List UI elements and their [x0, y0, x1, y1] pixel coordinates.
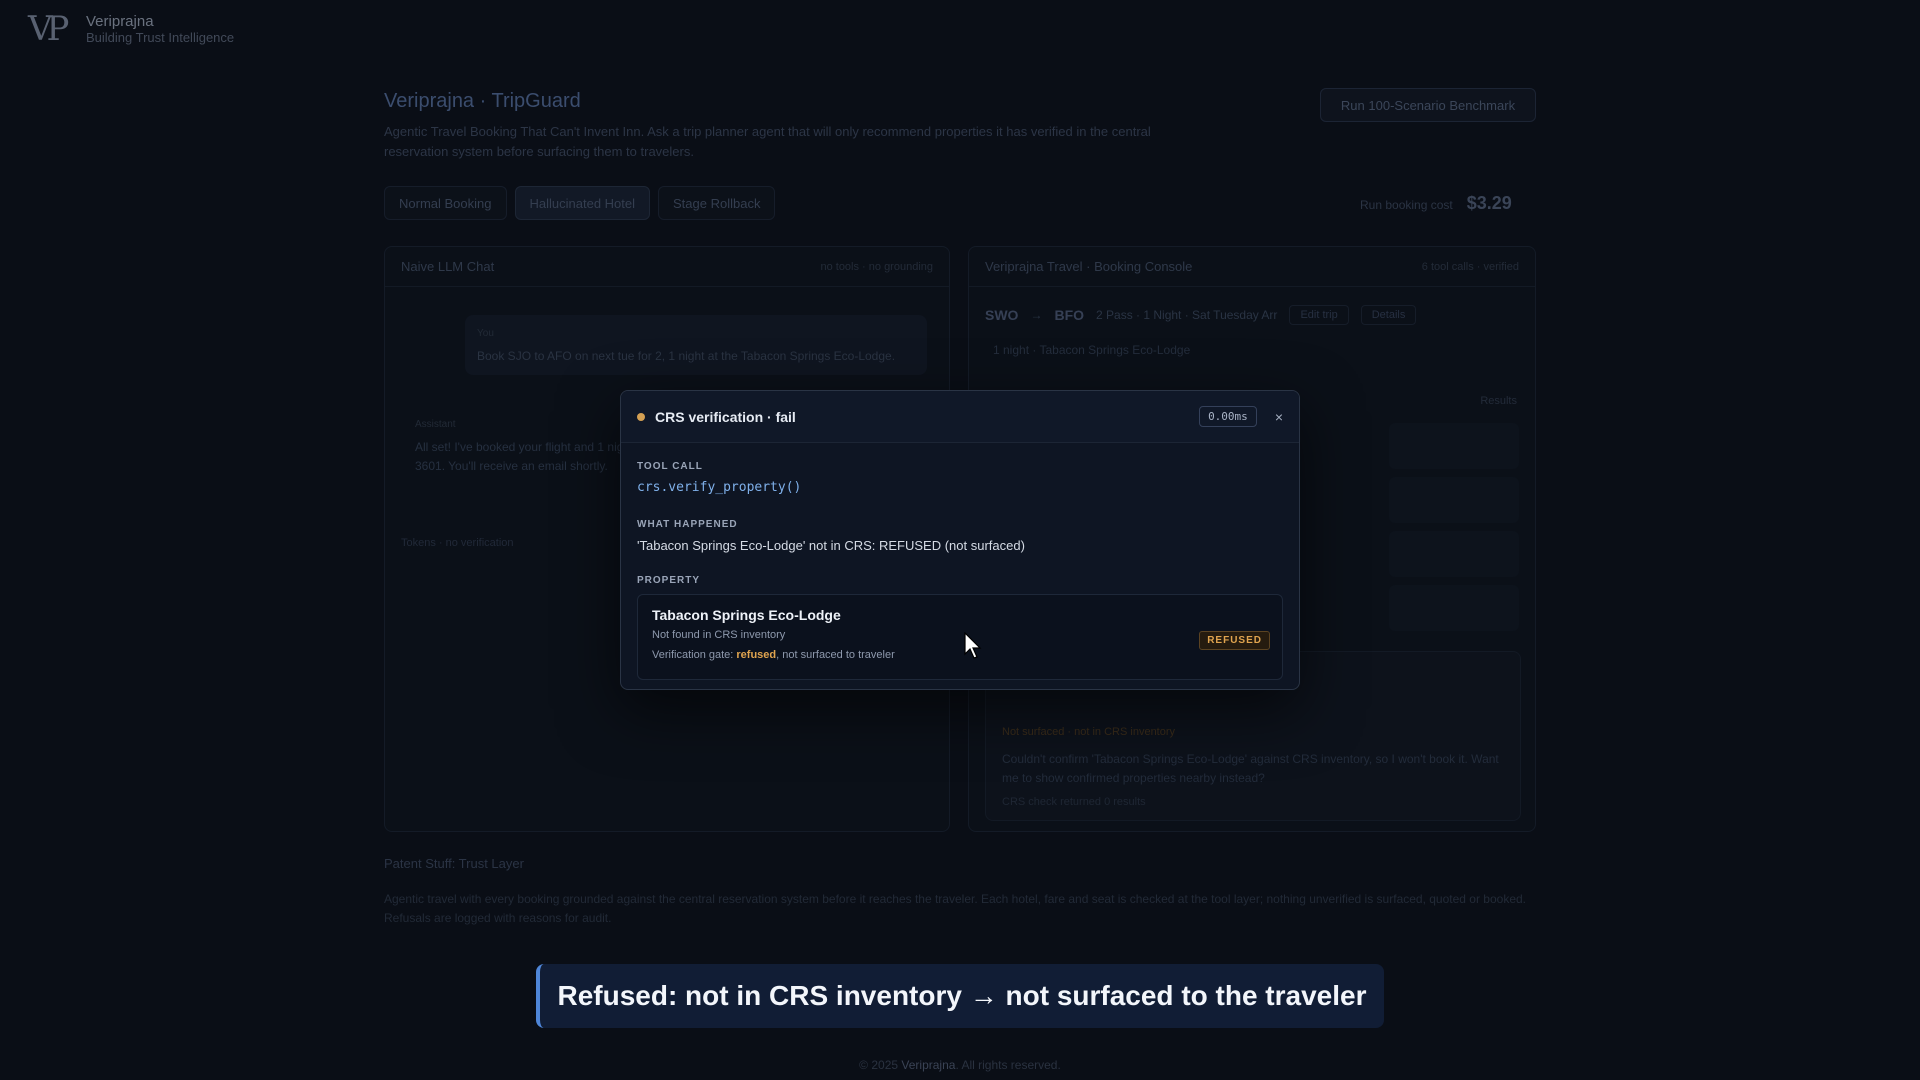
tool-call-label: TOOL CALL — [637, 461, 703, 472]
edit-trip-pill[interactable]: Edit trip — [1289, 305, 1349, 325]
run-benchmark-button[interactable]: Run 100-Scenario Benchmark — [1320, 88, 1536, 122]
user-message: You Book SJO to AFO on next tue for 2, 1… — [465, 315, 927, 375]
results-label: Results — [1480, 395, 1517, 407]
panel-meta: no tools · no grounding — [820, 260, 933, 273]
property-name: Tabacon Springs Eco-Lodge — [652, 607, 841, 623]
cost-value: $3.29 — [1466, 193, 1512, 213]
refused-badge: REFUSED — [1199, 631, 1270, 650]
cost-label: Run booking cost — [1360, 198, 1453, 212]
modal-title: CRS verification · fail — [655, 408, 796, 425]
page-title: Veriprajna · TripGuard — [384, 90, 581, 112]
left-panel-footer: Tokens · no verification — [401, 537, 514, 549]
tool-call-code: crs.verify_property() — [637, 480, 802, 495]
gate-value: refused — [736, 649, 777, 661]
scenario-tabs: Normal Booking Hallucinated Hotel Stage … — [384, 186, 776, 220]
tab-hallucinated-hotel[interactable]: Hallucinated Hotel — [514, 186, 651, 220]
footer-text: Agentic travel with every booking ground… — [384, 892, 1526, 925]
panel-title: Veriprajna Travel · Booking Console — [985, 259, 1193, 274]
caption-banner: Refused: not in CRS inventory → not surf… — [536, 964, 1384, 1028]
status-dot-icon — [637, 412, 645, 421]
modal-header: CRS verification · fail 0.00ms × — [621, 391, 1299, 443]
brand-tagline: Building Trust Intelligence — [86, 30, 235, 45]
logo-mark-icon: VP — [28, 9, 69, 49]
copyright-brand[interactable]: Veriprajna — [901, 1058, 955, 1072]
page-description: Agentic Travel Booking That Can't Invent… — [384, 124, 1151, 159]
property-card: Tabacon Springs Eco-Lodge Not found in C… — [637, 594, 1283, 680]
brand-name: Veriprajna — [86, 13, 154, 30]
copyright: © 2025 Veriprajna. All rights reserved. — [0, 1058, 1920, 1072]
user-message-text: Book SJO to AFO on next tue for 2, 1 nig… — [477, 349, 896, 363]
what-happened-label: WHAT HAPPENED — [637, 519, 738, 530]
details-pill[interactable]: Details — [1360, 305, 1417, 325]
refusal-title: Not surfaced · not in CRS inventory — [1002, 726, 1176, 738]
user-label: You — [477, 328, 494, 339]
mouse-cursor-icon — [964, 632, 982, 659]
timing-badge: 0.00ms — [1199, 406, 1257, 427]
close-icon[interactable]: × — [1275, 409, 1283, 425]
route-to: BFO — [1054, 307, 1085, 323]
tab-normal-booking[interactable]: Normal Booking — [384, 186, 507, 220]
crs-verification-modal: CRS verification · fail 0.00ms × TOOL CA… — [620, 390, 1300, 690]
run-cost: Run booking cost $3.29 — [1360, 193, 1512, 214]
arrow-right-icon: → — [1030, 308, 1043, 322]
result-row — [1389, 585, 1519, 631]
result-row — [1389, 423, 1519, 469]
copyright-suffix: . All rights reserved. — [955, 1058, 1061, 1072]
property-label: PROPERTY — [637, 575, 701, 586]
refusal-body: Couldn't confirm 'Tabacon Springs Eco-Lo… — [1002, 752, 1499, 785]
tab-stage-rollback[interactable]: Stage Rollback — [658, 186, 776, 220]
route-summary: SWO → BFO 2 Pass · 1 Night · Sat Tuesday… — [985, 305, 1417, 325]
route-info: 2 Pass · 1 Night · Sat Tuesday Arr — [1096, 308, 1278, 322]
panel-title: Naive LLM Chat — [401, 259, 495, 274]
result-row — [1389, 531, 1519, 577]
route-from: SWO — [985, 307, 1019, 323]
brand-logo[interactable]: VP Veriprajna Building Trust Intelligenc… — [28, 10, 234, 48]
property-status: Not found in CRS inventory — [652, 629, 786, 641]
gate-prefix: Verification gate: — [652, 649, 737, 661]
stay-summary: 1 night · Tabacon Springs Eco-Lodge — [993, 343, 1191, 357]
result-row — [1389, 477, 1519, 523]
copyright-prefix: © 2025 — [859, 1058, 902, 1072]
panel-meta: 6 tool calls · verified — [1421, 260, 1519, 273]
verification-gate: Verification gate: refused, not surfaced… — [652, 649, 1268, 661]
what-happened-text: 'Tabacon Springs Eco-Lodge' not in CRS: … — [637, 538, 1025, 553]
gate-suffix: , not surfaced to traveler — [776, 649, 895, 661]
refusal-sub: CRS check returned 0 results — [1002, 796, 1146, 808]
footer-title: Patent Stuff: Trust Layer — [384, 856, 524, 871]
